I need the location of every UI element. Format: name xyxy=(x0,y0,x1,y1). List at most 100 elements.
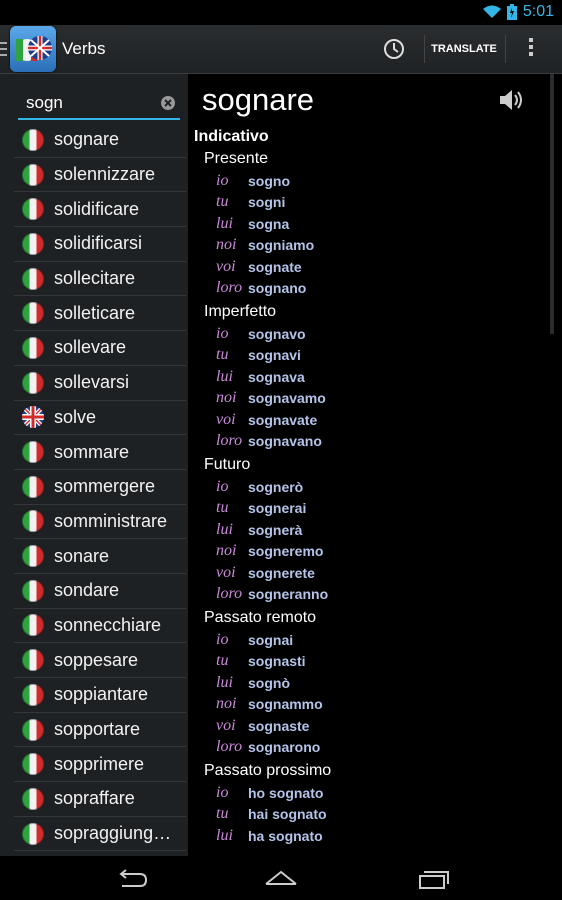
conjugation-row: loro sognavano xyxy=(194,431,544,453)
italian-flag-icon xyxy=(22,545,44,568)
tense-name: Passato remoto xyxy=(204,609,317,626)
verb-form: sogni xyxy=(248,194,286,211)
clock: 5:01 xyxy=(522,3,554,20)
pronoun: io xyxy=(216,171,229,189)
list-item[interactable]: sonnecchiare xyxy=(14,609,186,644)
list-item[interactable]: sommare xyxy=(14,435,186,470)
list-item[interactable]: sonare xyxy=(14,539,186,574)
divider xyxy=(505,35,506,63)
verb-form: sogno xyxy=(248,172,290,189)
back-icon xyxy=(119,869,148,887)
verb-label: sonnecchiare xyxy=(54,614,162,635)
conjugation-row: voi sognate xyxy=(194,256,544,278)
pronoun: lui xyxy=(216,214,233,232)
recent-apps-icon xyxy=(419,871,449,889)
list-item[interactable]: sollevarsi xyxy=(14,366,186,401)
conjugation-row: io sognavo xyxy=(194,323,544,345)
pronoun: tu xyxy=(216,346,229,364)
home-button[interactable] xyxy=(261,864,301,892)
verb-form: sognammo xyxy=(248,696,323,713)
pronoun: tu xyxy=(216,805,229,823)
conjugation-row: loro sognano xyxy=(194,278,544,300)
speaker-icon xyxy=(500,90,522,110)
list-item[interactable]: solve xyxy=(14,401,186,436)
recent-apps-button[interactable] xyxy=(414,864,454,892)
verb-label: solidificare xyxy=(54,198,140,219)
conjugation-row: noi sognavamo xyxy=(194,388,544,410)
list-item[interactable]: soppesare xyxy=(14,643,186,678)
navigation-bar xyxy=(0,856,562,900)
italian-flag-icon xyxy=(22,579,44,602)
verb-form: sognerò xyxy=(248,478,304,495)
verb-form: sognavate xyxy=(248,411,318,428)
verb-label: sopraffare xyxy=(54,788,135,809)
history-button[interactable] xyxy=(378,35,410,63)
conjugation-row: tu sognerai xyxy=(194,498,544,520)
list-item[interactable]: sopprimere xyxy=(14,747,186,783)
list-item[interactable]: sondare xyxy=(14,574,186,609)
pronoun: loro xyxy=(216,279,243,297)
list-item[interactable]: sommergere xyxy=(14,470,186,505)
list-item[interactable]: sollevare xyxy=(14,331,186,366)
drawer-indicator-icon[interactable] xyxy=(0,42,8,56)
conjugation-row: io sogno xyxy=(194,170,544,192)
verb-form: sognerete xyxy=(248,564,315,581)
list-item[interactable]: solleticare xyxy=(14,296,186,332)
list-item[interactable]: sopportare xyxy=(14,713,186,748)
verb-form: sognasti xyxy=(248,653,306,670)
battery-icon xyxy=(506,4,517,20)
search-input[interactable] xyxy=(26,92,146,114)
list-item[interactable]: solidificare xyxy=(14,192,186,228)
tense-name: Presente xyxy=(204,150,269,167)
italian-flag-icon xyxy=(22,475,44,498)
clear-search-icon[interactable] xyxy=(160,95,176,111)
verb-form: sognavano xyxy=(248,433,322,450)
italian-flag-icon xyxy=(22,683,44,706)
list-item[interactable]: sollecitare xyxy=(14,262,186,297)
app-icon[interactable] xyxy=(10,26,56,72)
verb-label: sollevarsi xyxy=(54,372,130,393)
list-item[interactable]: somministrare xyxy=(14,505,186,540)
pronoun: io xyxy=(216,630,229,648)
italian-flag-icon xyxy=(22,822,44,845)
home-icon xyxy=(265,870,297,885)
verb-label: sognare xyxy=(54,129,120,150)
verb-form: sognavamo xyxy=(248,390,326,407)
conjugation-row: tu hai sognato xyxy=(194,804,544,826)
conjugation-row: loro sogneranno xyxy=(194,584,544,606)
conjugation-row: noi sognammo xyxy=(194,694,544,716)
conjugation-row: loro sognarono xyxy=(194,737,544,759)
verb-form: sognaste xyxy=(248,717,310,734)
italian-flag-icon xyxy=(22,267,44,290)
tense-section: Passato remoto io sognai tu sognasti lui sognò… xyxy=(194,609,544,758)
verb-label: sollecitare xyxy=(54,268,136,289)
speaker-button[interactable] xyxy=(496,86,524,114)
list-item[interactable]: sopraffare xyxy=(14,782,186,817)
verb-form: sognarono xyxy=(248,739,321,756)
tense-section: Passato prossimo io ho sognato tu hai sognat… xyxy=(194,762,544,847)
tense-name: Futuro xyxy=(204,456,251,473)
conjugation-row: io ho sognato xyxy=(194,782,544,804)
conjugation-row: tu sognasti xyxy=(194,651,544,673)
verb-form: sogna xyxy=(248,215,290,232)
list-item[interactable]: sognare xyxy=(14,123,186,158)
list-item[interactable]: sopraggiung… xyxy=(14,817,186,852)
conjugation-row: io sognerò xyxy=(194,476,544,498)
italian-flag-icon xyxy=(22,614,44,637)
list-item[interactable]: solidificarsi xyxy=(14,227,186,262)
pronoun: lui xyxy=(216,826,233,844)
verb-form: sognavo xyxy=(248,325,306,342)
overflow-menu-icon[interactable] xyxy=(520,35,542,63)
list-item[interactable]: solennizzare xyxy=(14,158,186,193)
scrollbar[interactable] xyxy=(550,74,554,334)
back-button[interactable] xyxy=(112,864,152,892)
action-bar: Verbs TRANSLATE xyxy=(0,25,562,74)
conjugation-row: noi sogneremo xyxy=(194,541,544,563)
translate-button[interactable]: TRANSLATE xyxy=(428,38,500,60)
italian-flag-icon xyxy=(22,163,44,186)
conjugation-panel: sognare Indicativo Presente io sogno tu sogn… xyxy=(188,74,562,856)
pronoun: lui xyxy=(216,367,233,385)
list-item[interactable]: soppiantare xyxy=(14,678,186,713)
status-bar: 5:01 xyxy=(0,0,562,25)
clock-icon xyxy=(384,39,404,59)
